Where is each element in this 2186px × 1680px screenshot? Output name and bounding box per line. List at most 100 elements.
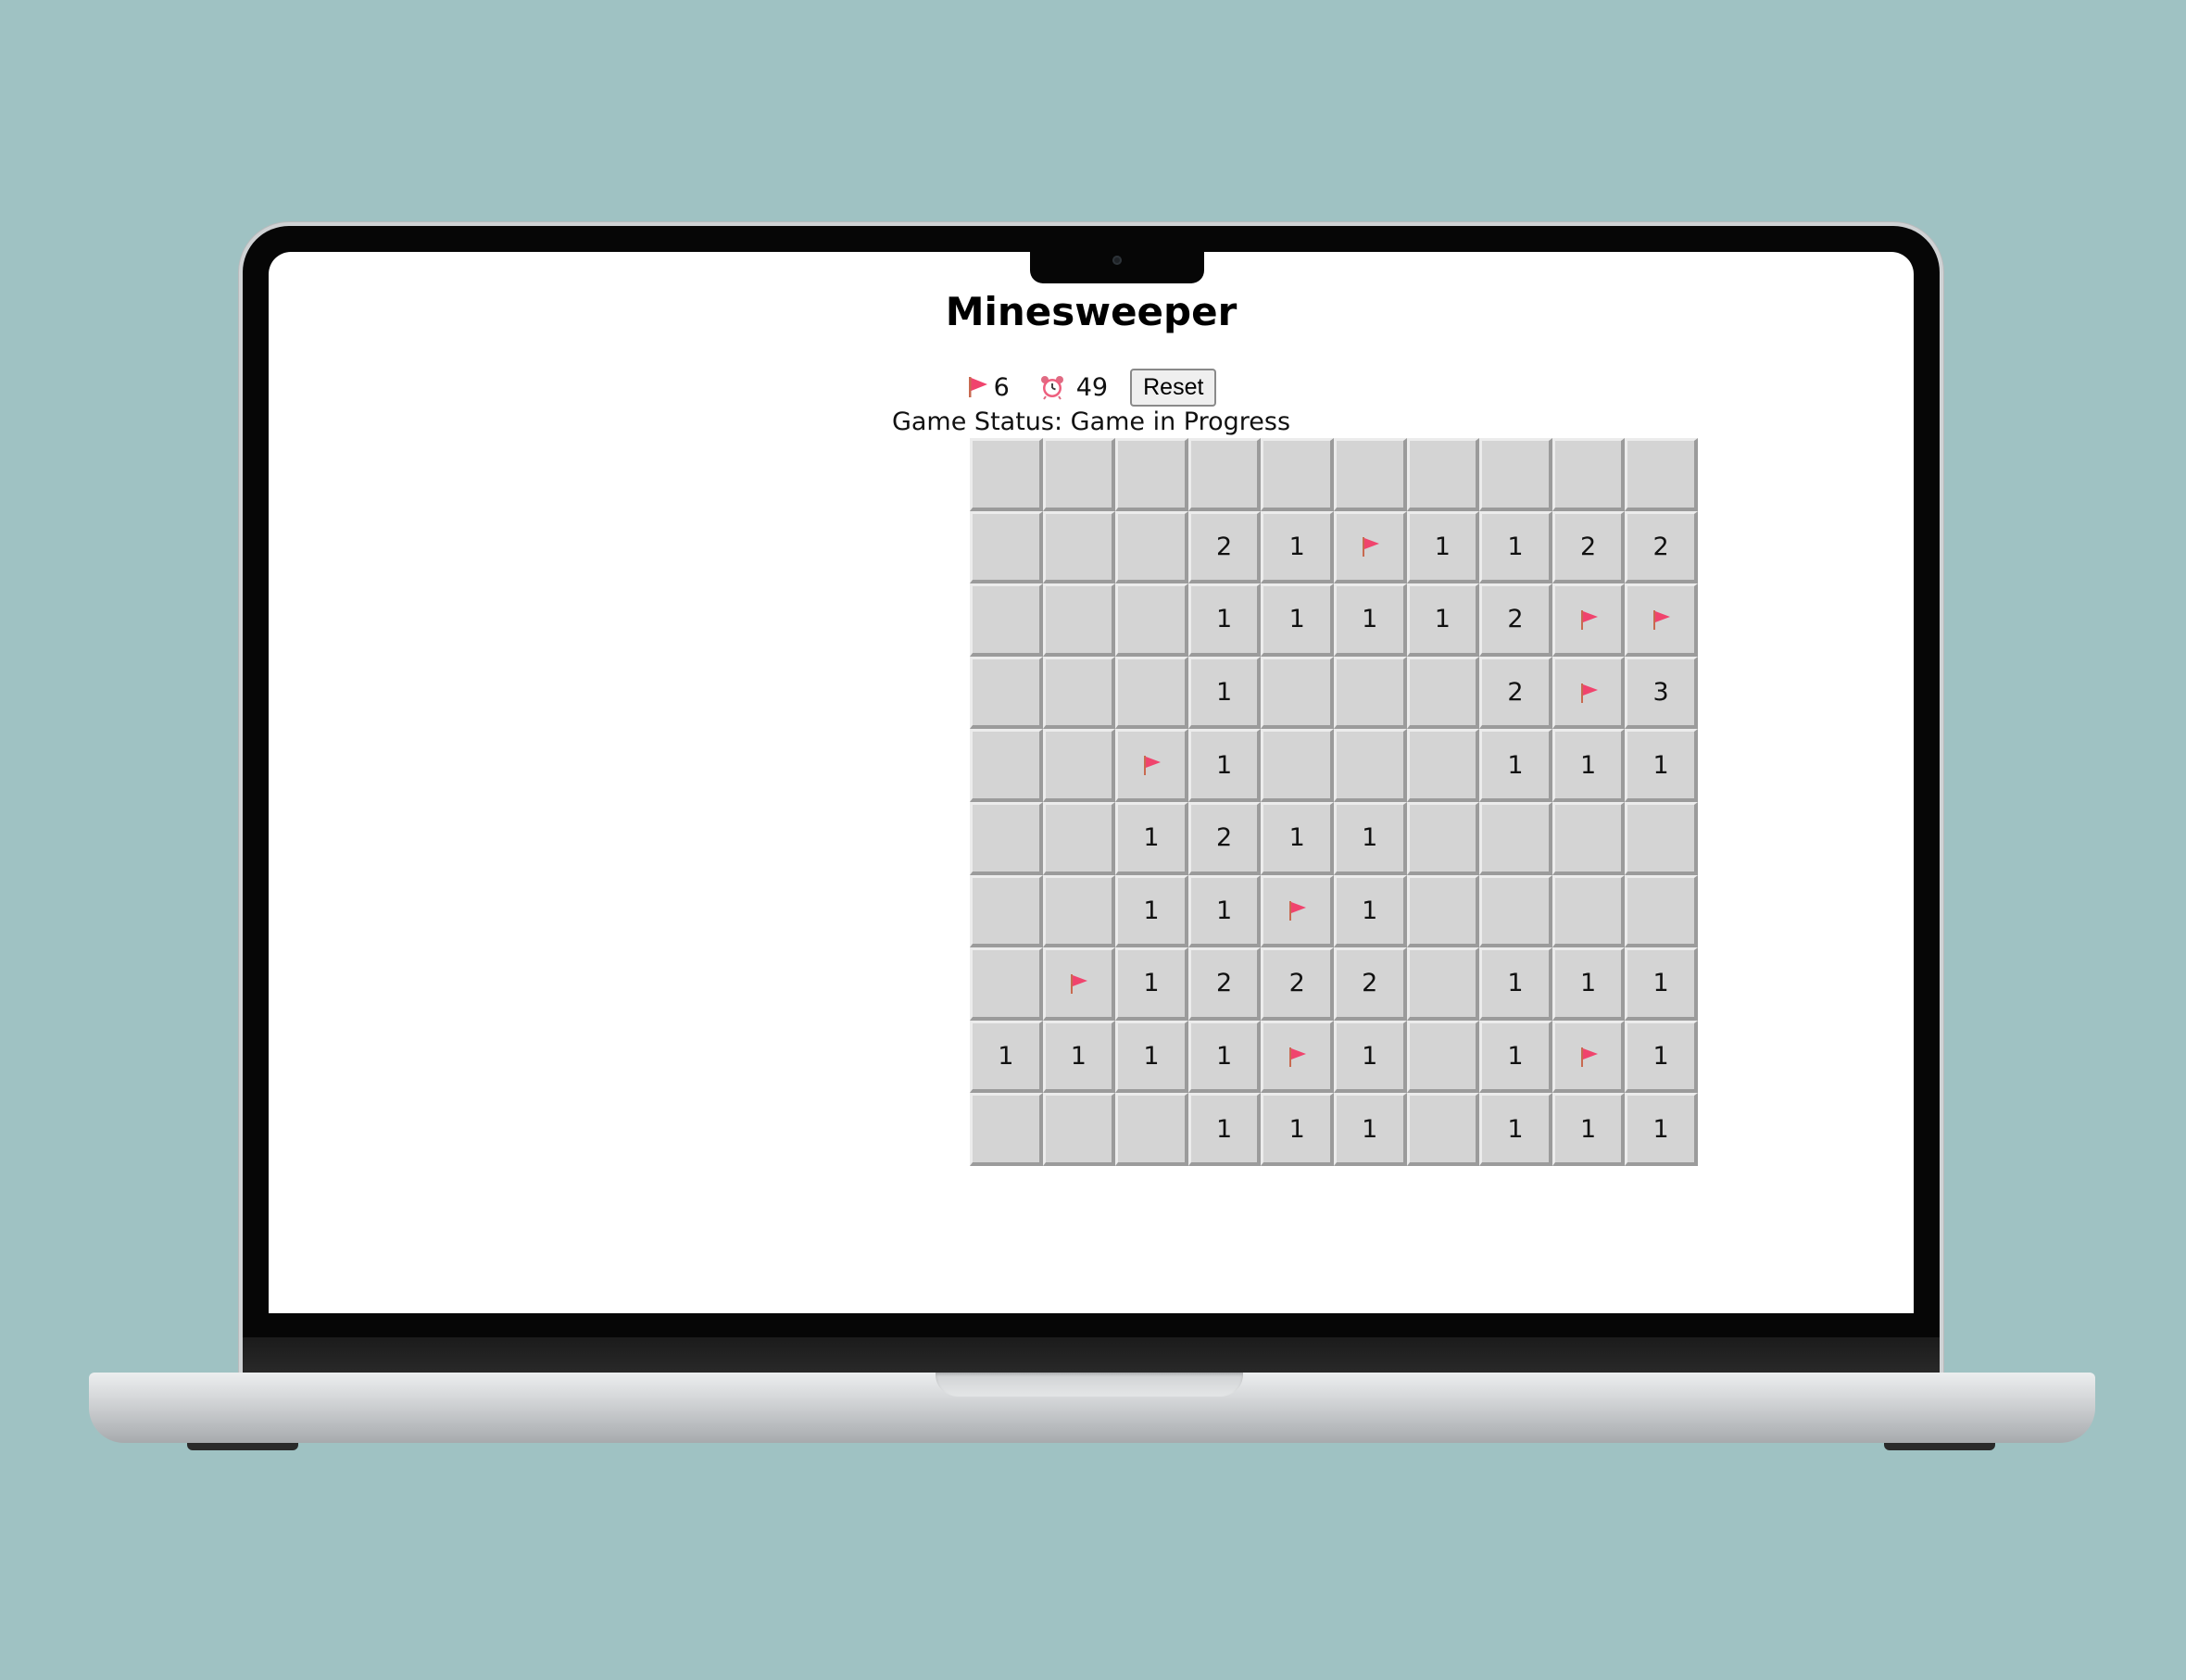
board-cell[interactable]: 1 [1552,947,1626,1021]
board-cell[interactable] [1479,438,1552,511]
board-cell[interactable]: 1 [1115,801,1188,875]
board-cell[interactable] [1406,1093,1480,1166]
board-cell[interactable]: 2 [1625,510,1698,584]
board-cell[interactable] [1042,583,1116,657]
board-cell[interactable] [1042,1093,1116,1166]
board-cell[interactable]: 1 [1187,1093,1262,1166]
board-cell[interactable]: 1 [1479,729,1552,802]
board-cell[interactable] [1333,729,1407,802]
board-cell[interactable]: 2 [1479,656,1552,730]
board-cell[interactable] [1042,874,1116,948]
board-cell[interactable]: 1 [1552,729,1626,802]
board-cell[interactable] [1406,729,1480,802]
board-cell[interactable]: 2 [1187,510,1262,584]
board-cell[interactable] [970,583,1043,657]
board-cell[interactable]: 2 [1187,801,1262,875]
board-cell[interactable] [1115,656,1188,730]
board-cell[interactable]: 2 [1479,583,1552,657]
board-cell[interactable] [1042,656,1116,730]
board-cell[interactable] [1406,438,1480,511]
board-cell[interactable] [1333,656,1407,730]
board-cell[interactable]: 2 [1261,947,1334,1021]
board-cell[interactable]: 1 [1042,1020,1116,1094]
board-cell[interactable] [1552,438,1626,511]
board-cell[interactable]: 1 [1261,801,1334,875]
board-cell[interactable] [1552,874,1626,948]
board-cell[interactable] [1552,583,1626,657]
board-cell[interactable] [1406,947,1480,1021]
board-cell[interactable]: 2 [1333,947,1407,1021]
board-cell[interactable]: 1 [1479,1093,1552,1166]
board-cell[interactable]: 1 [1406,583,1480,657]
board-cell[interactable]: 1 [1552,1093,1626,1166]
board-cell[interactable] [1115,438,1188,511]
board-cell[interactable]: 1 [1333,1020,1407,1094]
board-cell[interactable] [970,438,1043,511]
board-cell[interactable]: 1 [1333,874,1407,948]
board-cell[interactable]: 1 [1187,874,1262,948]
board-cell[interactable] [970,656,1043,730]
board-cell[interactable] [1042,947,1116,1021]
board-cell[interactable] [1625,438,1698,511]
board-cell[interactable]: 1 [1115,874,1188,948]
board-cell[interactable] [1625,801,1698,875]
board-cell[interactable] [1406,801,1480,875]
board-cell[interactable]: 1 [1479,1020,1552,1094]
board-cell[interactable]: 1 [1187,583,1262,657]
reset-button[interactable]: Reset [1130,368,1217,407]
board-cell[interactable] [970,801,1043,875]
board-cell[interactable] [1552,656,1626,730]
board-cell[interactable]: 1 [1625,1020,1698,1094]
board-cell[interactable]: 1 [1261,510,1334,584]
board-cell[interactable] [1261,1020,1334,1094]
board-cell[interactable] [1261,656,1334,730]
board-cell[interactable]: 2 [1552,510,1626,584]
board-cell[interactable] [970,729,1043,802]
board-cell[interactable]: 1 [1187,1020,1262,1094]
board-cell[interactable]: 1 [1479,947,1552,1021]
board-cell[interactable]: 2 [1187,947,1262,1021]
board-cell[interactable] [1625,874,1698,948]
board-cell[interactable] [1406,656,1480,730]
board-cell[interactable] [1406,1020,1480,1094]
board-cell[interactable] [1479,801,1552,875]
board-cell[interactable]: 1 [1625,729,1698,802]
board-cell[interactable] [1115,1093,1188,1166]
board-cell[interactable]: 1 [1115,1020,1188,1094]
board-cell[interactable] [1042,729,1116,802]
board-cell[interactable]: 1 [1261,583,1334,657]
board-cell[interactable]: 1 [1406,510,1480,584]
board-cell[interactable]: 1 [970,1020,1043,1094]
board-cell[interactable] [1042,510,1116,584]
board-cell[interactable]: 1 [1187,729,1262,802]
board-cell[interactable] [1042,801,1116,875]
board-cell[interactable] [970,510,1043,584]
board-cell[interactable] [1552,1020,1626,1094]
board-cell[interactable]: 1 [1333,801,1407,875]
board-cell[interactable] [1187,438,1262,511]
board-cell[interactable] [1115,510,1188,584]
board-cell[interactable] [1479,874,1552,948]
board-cell[interactable] [1115,583,1188,657]
board-cell[interactable] [1115,729,1188,802]
board-cell[interactable]: 1 [1625,1093,1698,1166]
board-cell[interactable] [1625,583,1698,657]
board-cell[interactable] [1261,729,1334,802]
board-cell[interactable] [1042,438,1116,511]
board-cell[interactable]: 3 [1625,656,1698,730]
board-cell[interactable] [1261,874,1334,948]
board-cell[interactable]: 1 [1115,947,1188,1021]
board-cell[interactable]: 1 [1479,510,1552,584]
board-cell[interactable] [1333,510,1407,584]
board-cell[interactable]: 1 [1333,583,1407,657]
board-cell[interactable]: 1 [1625,947,1698,1021]
board-cell[interactable] [1261,438,1334,511]
board-cell[interactable]: 1 [1261,1093,1334,1166]
board-cell[interactable]: 1 [1187,656,1262,730]
board-cell[interactable]: 1 [1333,1093,1407,1166]
board-cell[interactable] [1333,438,1407,511]
board-cell[interactable] [970,874,1043,948]
board-cell[interactable] [970,1093,1043,1166]
board-cell[interactable] [1406,874,1480,948]
board-cell[interactable] [970,947,1043,1021]
